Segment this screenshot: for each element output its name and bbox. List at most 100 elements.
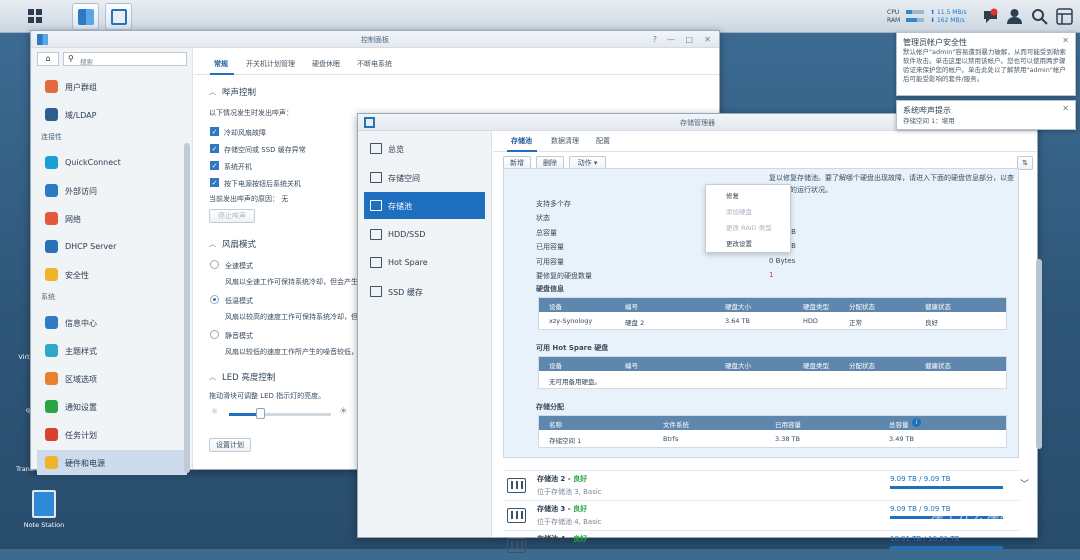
sidebar-item-1[interactable]: 存储空间	[364, 164, 485, 191]
sidebar-item-1[interactable]: 域/LDAP	[37, 102, 187, 127]
sidebar-item-2[interactable]: 存储池	[364, 192, 485, 219]
sidebar-item-label: 任务计划	[65, 431, 97, 440]
sort-icon[interactable]: ⇅	[1017, 156, 1033, 170]
fan-mode-radio[interactable]	[210, 330, 219, 339]
notification-admin-security[interactable]: 管理员帐户安全性 ✕ 默认帐户"admin"容易遭到暴力破解，从而可能受到勒索软…	[896, 32, 1076, 96]
desktop-icon-virt[interactable]: Virt	[17, 353, 31, 361]
action-menu-item[interactable]: 更改 RAID 类型	[726, 222, 772, 232]
sidebar-item-label: 外部访问	[65, 187, 97, 196]
sidebar-section: 连接性	[41, 133, 62, 141]
sidebar-item-10[interactable]: 主题样式	[37, 338, 187, 363]
pool-desc: 位于存储池 4, Basic	[537, 518, 602, 526]
fan-mode-radio[interactable]	[210, 260, 219, 269]
info-icon[interactable]: i	[912, 418, 921, 427]
help-icon[interactable]: ?	[653, 35, 657, 44]
sidebar-scrollbar[interactable]	[184, 143, 190, 473]
sidebar-item-12[interactable]: 通知设置	[37, 394, 187, 419]
sidebar-item-6[interactable]: DHCP Server	[37, 234, 187, 259]
tab-data-scrubbing[interactable]: 数据清理	[551, 136, 579, 146]
pool-list-item[interactable]: 存储池 2 - 良好 位于存储池 3, Basic 9.09 TB / 9.09 T…	[503, 470, 1029, 500]
control-panel-icon	[78, 9, 94, 25]
sidebar-item-14[interactable]: 硬件和电源	[37, 450, 187, 475]
sidebar-item-5[interactable]: 网络	[37, 206, 187, 231]
table-cell: 硬盘大小	[725, 362, 751, 370]
chevron-down-icon[interactable]: ﹀	[1020, 477, 1029, 490]
desktop-icon-note-station[interactable]: Note Station	[20, 490, 68, 529]
fan-collapse-icon[interactable]: ︿	[209, 239, 216, 249]
tab-ups[interactable]: 不断电系统	[357, 59, 392, 69]
sidebar-item-13[interactable]: 任务计划	[37, 422, 187, 447]
sidebar-item-3[interactable]: HDD/SSD	[364, 221, 485, 248]
globe-icon	[45, 184, 58, 197]
tab-general[interactable]: 常规	[214, 59, 228, 69]
beep-checkbox[interactable]: ✓	[210, 144, 219, 153]
detail-scrollbar[interactable]	[1036, 259, 1042, 449]
allocation-table: 名称 文件系统 已用容量 总容量 i 存储空间 1 Btrfs 3.38 TB 3.49 TB	[538, 415, 1007, 448]
beep-checkbox[interactable]: ✓	[210, 178, 219, 187]
hot-spare-header: 设备 编号 硬盘大小 硬盘类型 分配状态 健康状态	[539, 357, 1006, 371]
tab-storage-pool[interactable]: 存储池	[511, 136, 532, 146]
pool-list-item[interactable]: 存储池 4 - 良好 10.91 TB / 10.91 TB	[503, 530, 1019, 560]
minimize-icon[interactable]: —	[667, 35, 675, 44]
tab-power-schedule[interactable]: 开关机计划管理	[246, 59, 295, 69]
sidebar-item-label: 硬件和电源	[65, 459, 105, 468]
table-cell: 硬盘类型	[803, 303, 829, 311]
pool-name: 存储池 2 - 良好	[537, 475, 588, 483]
search-icon[interactable]	[1031, 8, 1048, 25]
notification-beep[interactable]: 系统哔声提示 ✕ 存储空间 1：堪用	[896, 100, 1076, 130]
set-schedule-button[interactable]: 设置计划	[209, 438, 251, 452]
chat-icon[interactable]	[982, 8, 999, 25]
ram-label: RAM	[887, 17, 901, 24]
close-icon[interactable]: ✕	[1062, 104, 1069, 113]
main-menu-icon[interactable]	[24, 5, 46, 27]
chat-icon	[45, 400, 58, 413]
led-collapse-icon[interactable]: ︿	[209, 372, 216, 382]
home-button[interactable]: ⌂	[37, 52, 59, 66]
search-field[interactable]: ⚲ 搜索	[63, 52, 187, 66]
led-brightness-slider[interactable]	[229, 413, 331, 416]
widgets-icon[interactable]	[1056, 8, 1073, 25]
fan-mode-radio[interactable]	[210, 295, 219, 304]
palette-icon	[45, 344, 58, 357]
table-row[interactable]: 存储空间 1 Btrfs 3.38 TB 3.49 TB	[539, 430, 1006, 446]
resource-monitor-widget[interactable]: CPU RAM ⬆ 11.5 MB/s ⬇ 162 MB/s	[887, 8, 967, 26]
user-group-icon	[45, 80, 58, 93]
led-slider-handle[interactable]	[255, 408, 265, 419]
led-bright-icon: ☀	[339, 406, 348, 417]
sidebar-item-label: 域/LDAP	[65, 111, 97, 120]
overview-icon	[370, 143, 382, 154]
taskbar-storage-manager[interactable]	[105, 3, 132, 30]
beep-checkbox[interactable]: ✓	[210, 161, 219, 170]
close-icon[interactable]: ✕	[1062, 36, 1069, 45]
tab-config[interactable]: 配置	[596, 136, 610, 146]
sidebar-item-4[interactable]: 外部访问	[37, 178, 187, 203]
user-icon[interactable]	[1006, 8, 1023, 25]
sidebar-item-7[interactable]: 安全性	[37, 262, 187, 287]
sidebar-item-4[interactable]: Hot Spare	[364, 249, 485, 276]
sidebar-item-0[interactable]: 用户群组	[37, 74, 187, 99]
storage-manager-icon	[111, 9, 127, 25]
table-cell: 分配状态	[849, 362, 875, 370]
table-cell: 存储空间 1	[549, 437, 582, 445]
table-row[interactable]: xzy-Synology 硬盘 2 3.64 TB HDD 正常 良好	[539, 312, 1006, 328]
maximize-icon[interactable]: □	[685, 35, 693, 44]
close-icon[interactable]: ✕	[704, 35, 711, 44]
action-menu-item[interactable]: 修复	[726, 190, 739, 200]
sidebar-item-9[interactable]: 信息中心	[37, 310, 187, 335]
sidebar-item-5[interactable]: SSD 缓存	[364, 278, 485, 305]
pool-name: 存储池 3 - 良好	[537, 505, 588, 513]
tab-hdd-hibernation[interactable]: 硬盘休眠	[312, 59, 340, 69]
sidebar-item-11[interactable]: 区域选项	[37, 366, 187, 391]
beep-checkbox[interactable]: ✓	[210, 127, 219, 136]
taskbar-control-panel[interactable]	[72, 3, 99, 30]
action-menu-item[interactable]: 更改设置	[726, 238, 752, 248]
sidebar-item-label: DHCP Server	[65, 242, 117, 251]
sidebar-item-3[interactable]: QuickConnect	[37, 150, 187, 175]
stop-beep-button[interactable]: 停止哔声	[209, 209, 255, 223]
sidebar-item-label: 信息中心	[65, 319, 97, 328]
control-panel-titlebar[interactable]: 控制面板 ? — □ ✕	[31, 31, 719, 48]
beep-collapse-icon[interactable]: ︿	[209, 87, 216, 97]
action-menu-item[interactable]: 添加硬盘	[726, 206, 752, 216]
volume-icon	[370, 171, 382, 183]
sidebar-item-0[interactable]: 总览	[364, 135, 485, 162]
